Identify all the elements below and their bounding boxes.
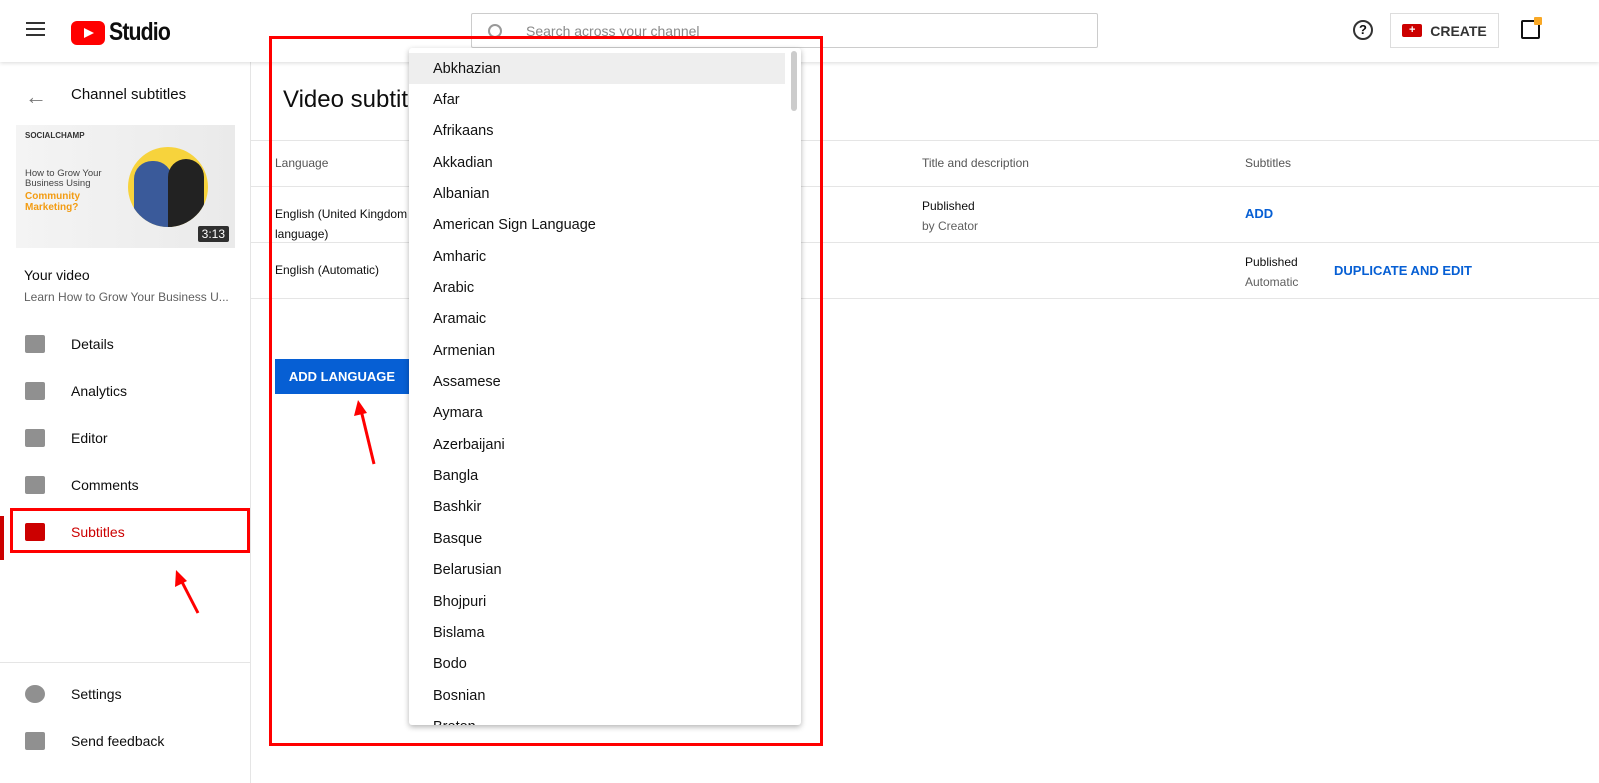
- notifications-icon[interactable]: [1521, 17, 1542, 39]
- row-language: English (United Kingdom language): [275, 207, 408, 241]
- dropdown-option[interactable]: Afrikaans: [409, 116, 801, 147]
- comment-icon: [25, 476, 45, 494]
- clapperboard-icon: [25, 429, 45, 447]
- dropdown-option[interactable]: Belarusian: [409, 555, 801, 586]
- dropdown-option[interactable]: Arabic: [409, 272, 801, 303]
- duration-badge: 3:13: [197, 226, 229, 242]
- gear-icon: [25, 685, 45, 703]
- video-thumbnail[interactable]: SOCIALCHAMP How to Grow Your Business Us…: [16, 125, 235, 248]
- dropdown-option[interactable]: Bangla: [409, 460, 801, 491]
- dropdown-option[interactable]: Abkhazian: [409, 53, 785, 85]
- analytics-icon: [25, 382, 45, 400]
- create-button[interactable]: + CREATE: [1390, 13, 1499, 48]
- dropdown-option[interactable]: Assamese: [409, 366, 801, 397]
- column-header-title-description: Title and description: [922, 156, 1029, 170]
- sidebar-item-analytics[interactable]: Analytics: [0, 369, 251, 413]
- channel-subtitles-title: Channel subtitles: [71, 86, 187, 103]
- sidebar-item-settings[interactable]: Settings: [0, 672, 251, 716]
- dropdown-option[interactable]: Akkadian: [409, 147, 801, 178]
- dropdown-option[interactable]: Azerbaijani: [409, 429, 801, 460]
- dropdown-option[interactable]: Bosnian: [409, 680, 801, 711]
- row-subtitles-status: Published Automatic: [1245, 255, 1299, 289]
- sidebar-item-send-feedback[interactable]: Send feedback: [0, 719, 251, 763]
- hamburger-menu-icon[interactable]: [26, 22, 45, 36]
- column-header-language: Language: [275, 156, 329, 170]
- duplicate-and-edit-link[interactable]: DUPLICATE AND EDIT: [1334, 263, 1472, 278]
- youtube-logo-icon: [71, 20, 105, 45]
- dropdown-option[interactable]: Bislama: [409, 617, 801, 648]
- add-subtitles-link[interactable]: ADD: [1245, 206, 1273, 221]
- back-arrow-icon[interactable]: ←: [25, 84, 47, 110]
- video-camera-icon: +: [1402, 24, 1423, 37]
- sidebar-item-subtitles[interactable]: Subtitles: [0, 510, 251, 560]
- dropdown-option[interactable]: Bodo: [409, 649, 801, 680]
- dropdown-option[interactable]: Bhojpuri: [409, 586, 801, 617]
- your-video-label: Your video: [24, 267, 90, 283]
- dropdown-option[interactable]: Basque: [409, 523, 801, 554]
- youtube-studio-logo[interactable]: Studio: [71, 18, 181, 47]
- add-language-button[interactable]: ADD LANGUAGE: [275, 359, 409, 394]
- search-icon: [488, 23, 502, 38]
- language-dropdown[interactable]: Abkhazian Afar Afrikaans Akkadian Albanian Am…: [409, 48, 801, 725]
- help-icon[interactable]: ?: [1353, 20, 1373, 40]
- video-title: Learn How to Grow Your Business U...: [24, 290, 229, 304]
- dropdown-option[interactable]: Bashkir: [409, 492, 801, 523]
- dropdown-option[interactable]: Breton: [409, 711, 801, 725]
- dropdown-option[interactable]: Armenian: [409, 335, 801, 366]
- row-title-status: Published by Creator: [922, 199, 979, 233]
- annotation-arrow: [359, 409, 376, 465]
- scrollbar[interactable]: [791, 51, 797, 111]
- sidebar: ← Channel subtitles SOCIALCHAMP How to G…: [0, 62, 251, 783]
- search-input[interactable]: Search across your channel: [471, 13, 1098, 48]
- thumbnail-people: [128, 147, 208, 227]
- dropdown-option[interactable]: American Sign Language: [409, 210, 801, 241]
- subtitles-icon: [25, 523, 45, 541]
- sidebar-item-editor[interactable]: Editor: [0, 416, 251, 460]
- row-language: English (Automatic): [275, 263, 380, 277]
- dropdown-option[interactable]: Amharic: [409, 241, 801, 272]
- dropdown-option[interactable]: Albanian: [409, 178, 801, 209]
- sidebar-item-details[interactable]: Details: [0, 322, 251, 366]
- dropdown-option[interactable]: Aymara: [409, 398, 801, 429]
- sidebar-item-comments[interactable]: Comments: [0, 463, 251, 507]
- feedback-icon: [25, 732, 45, 750]
- pencil-icon: [25, 335, 45, 353]
- column-header-subtitles: Subtitles: [1245, 156, 1292, 170]
- dropdown-option[interactable]: Afar: [409, 84, 801, 115]
- dropdown-option[interactable]: Aramaic: [409, 304, 801, 335]
- divider: [0, 662, 250, 663]
